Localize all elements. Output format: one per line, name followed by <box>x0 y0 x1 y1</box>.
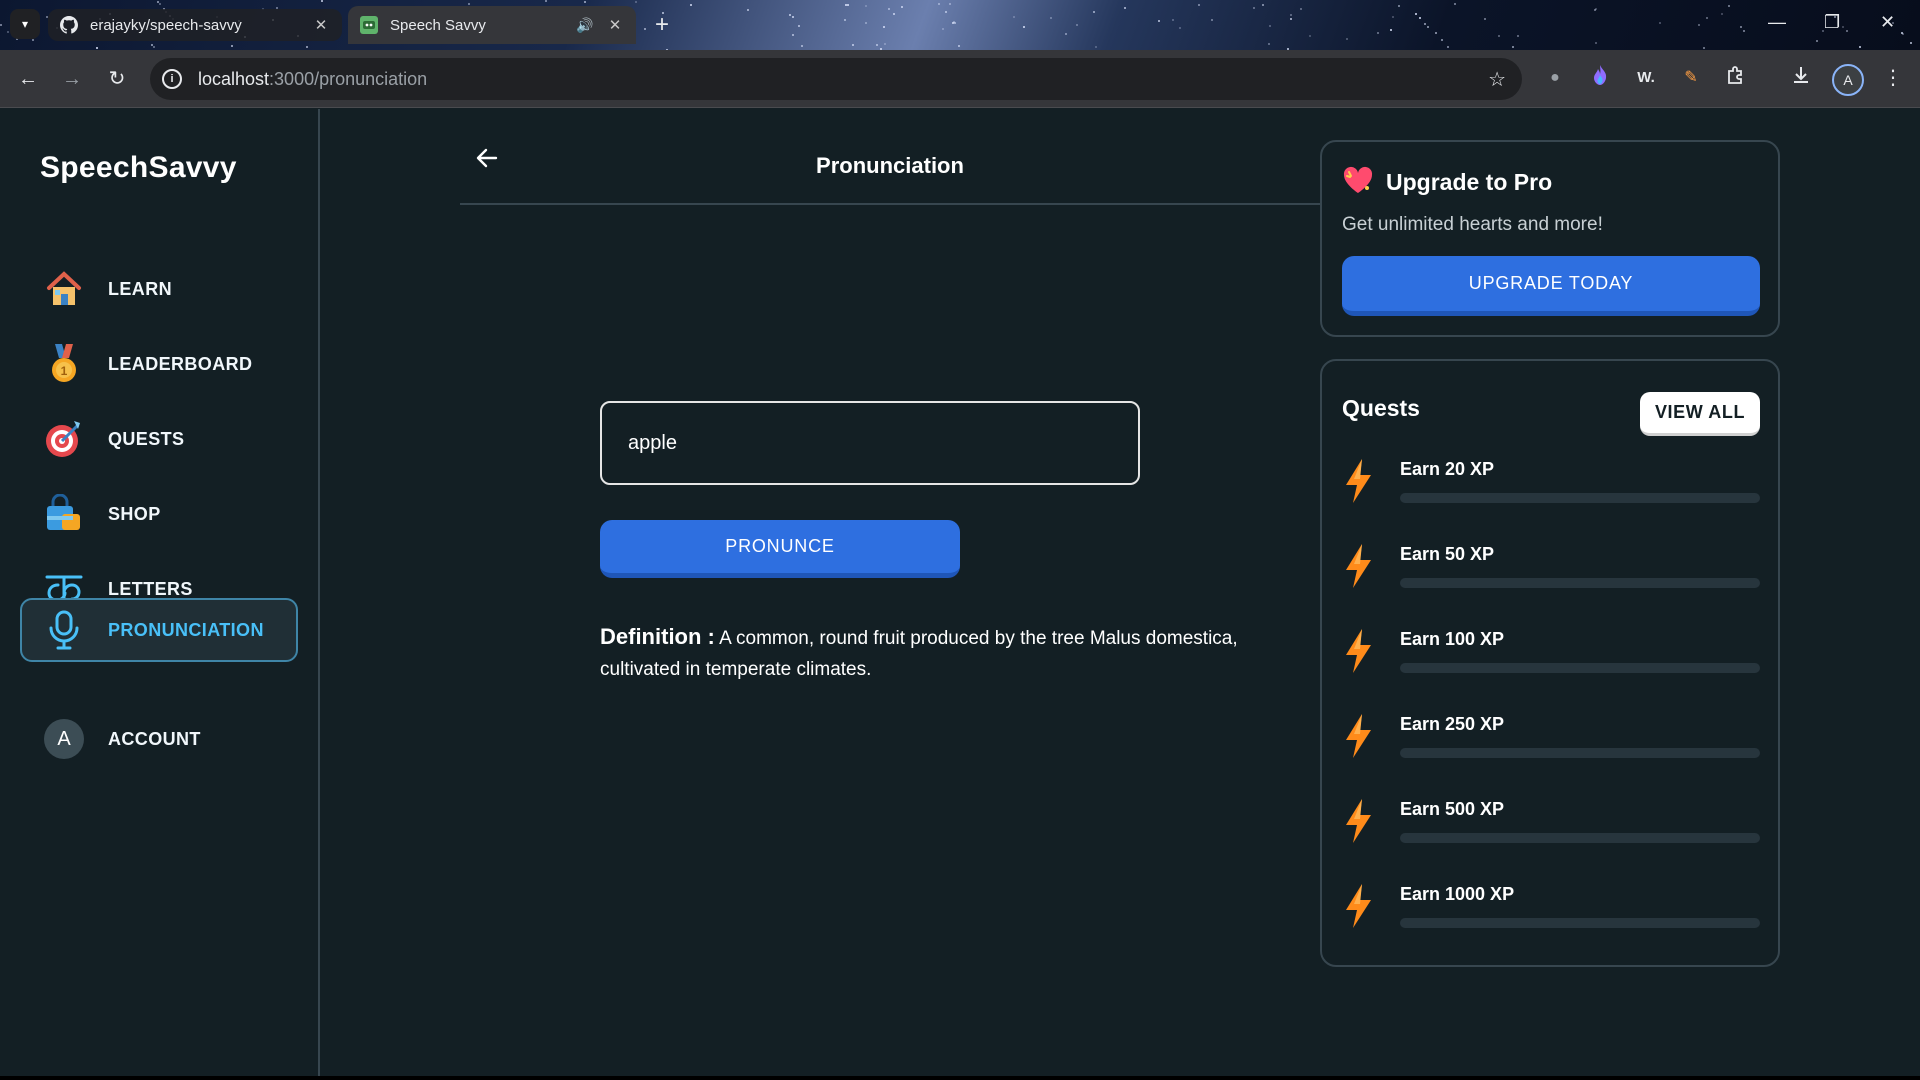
page-header: Pronunciation <box>460 109 1320 205</box>
quest-label: Earn 1000 XP <box>1400 884 1515 904</box>
house-icon <box>44 269 84 309</box>
minimize-icon[interactable]: — <box>1768 12 1786 33</box>
browser-tab-strip: ▾ erajayky/speech-savvy ✕ Speech Savvy 🔊… <box>0 0 1920 50</box>
heart-icon <box>1342 166 1374 199</box>
sidebar-item-leaderboard[interactable]: 1 LEADERBOARD <box>20 332 298 396</box>
sidebar-item-pronunciation[interactable]: PRONUNCIATION <box>20 598 298 662</box>
browser-menu-icon[interactable]: ⋮ <box>1880 65 1906 91</box>
quest-item: Earn 1000 XP <box>1342 884 1762 944</box>
browser-toolbar: ← → ↻ i localhost:3000/pronunciation ☆ ●… <box>0 50 1920 108</box>
forward-icon[interactable]: → <box>58 65 86 93</box>
lightning-bolt-icon <box>1342 714 1382 758</box>
tab-github[interactable]: erajayky/speech-savvy ✕ <box>48 9 342 41</box>
tab-search-button[interactable]: ▾ <box>10 9 40 39</box>
quest-item: Earn 500 XP <box>1342 799 1762 859</box>
extensions-puzzle-icon[interactable] <box>1723 65 1749 91</box>
app-favicon-icon <box>360 16 378 34</box>
lightning-bolt-icon <box>1342 544 1382 588</box>
quest-progress-bar <box>1400 748 1760 758</box>
bottom-edge <box>0 1076 1920 1080</box>
sidebar-item-label: LEADERBOARD <box>108 353 253 374</box>
sidebar-item-label: ACCOUNT <box>108 728 201 749</box>
tab-title: Speech Savvy <box>390 16 486 34</box>
quest-progress-bar <box>1400 663 1760 673</box>
quests-title: Quests <box>1342 395 1420 421</box>
definition-label: Definition : <box>600 624 715 649</box>
address-bar[interactable]: i localhost:3000/pronunciation ☆ <box>150 58 1522 100</box>
pronounce-button[interactable]: PRONUNCE <box>600 520 960 578</box>
view-all-button[interactable]: VIEW ALL <box>1640 392 1760 436</box>
quest-item: Earn 250 XP <box>1342 714 1762 774</box>
upgrade-subtitle: Get unlimited hearts and more! <box>1342 214 1603 235</box>
quest-item: Earn 100 XP <box>1342 629 1762 689</box>
shopping-bag-icon <box>44 494 84 534</box>
sidebar-item-label: LETTERS <box>108 578 193 599</box>
quests-card: Quests VIEW ALL Earn 20 XP Earn 50 XP Earn… <box>1320 359 1780 967</box>
quest-label: Earn 50 XP <box>1400 544 1495 564</box>
sidebar: SpeechSavvy LEARN 1 LEADERBOARD QUESTS S… <box>0 109 320 1080</box>
sidebar-item-label: LEARN <box>108 278 172 299</box>
tab-title: erajayky/speech-savvy <box>90 16 242 34</box>
svg-text:1: 1 <box>61 364 68 378</box>
sidebar-item-label: PRONUNCIATION <box>108 619 264 640</box>
profile-avatar[interactable]: A <box>1832 64 1864 96</box>
reload-icon[interactable]: ↻ <box>103 65 131 93</box>
lightning-bolt-icon <box>1342 459 1382 503</box>
upgrade-title: Upgrade to Pro <box>1386 169 1553 195</box>
sidebar-item-label: QUESTS <box>108 428 185 449</box>
quest-progress-bar <box>1400 918 1760 928</box>
window-close-icon[interactable]: ✕ <box>1880 12 1895 33</box>
definition-text: Definition : A common, round fruit produ… <box>600 621 1280 685</box>
quest-progress-bar <box>1400 578 1760 588</box>
brand-logo[interactable]: SpeechSavvy <box>40 151 237 185</box>
lightning-bolt-icon <box>1342 629 1382 673</box>
word-input[interactable] <box>600 401 1140 485</box>
extension-w-icon[interactable]: W. <box>1633 65 1659 91</box>
quest-item: Earn 50 XP <box>1342 544 1762 604</box>
lightning-bolt-icon <box>1342 799 1382 843</box>
quest-label: Earn 100 XP <box>1400 629 1505 649</box>
github-icon <box>60 16 78 34</box>
new-tab-button[interactable]: + <box>648 12 676 40</box>
quest-progress-bar <box>1400 833 1760 843</box>
extension-flame-icon[interactable] <box>1587 65 1613 91</box>
quest-item: Earn 20 XP <box>1342 459 1762 519</box>
upgrade-card: Upgrade to Pro Get unlimited hearts and … <box>1320 140 1780 337</box>
lightning-bolt-icon <box>1342 884 1382 928</box>
extension-gray-icon[interactable]: ● <box>1542 65 1568 91</box>
microphone-icon <box>44 610 84 650</box>
page-title: Pronunciation <box>816 153 964 178</box>
close-icon[interactable]: ✕ <box>312 16 330 34</box>
back-icon[interactable]: ← <box>14 65 42 93</box>
close-icon[interactable]: ✕ <box>606 16 624 34</box>
tab-speech-savvy[interactable]: Speech Savvy 🔊 ✕ <box>348 6 636 44</box>
sidebar-item-shop[interactable]: SHOP <box>20 482 298 546</box>
medal-icon: 1 <box>44 344 84 384</box>
app-root: SpeechSavvy LEARN 1 LEADERBOARD QUESTS S… <box>0 109 1920 1080</box>
sidebar-item-account[interactable]: A ACCOUNT <box>20 707 298 771</box>
quest-label: Earn 250 XP <box>1400 714 1505 734</box>
speaker-icon[interactable]: 🔊 <box>576 17 596 34</box>
avatar-icon: A <box>44 719 84 759</box>
target-icon <box>44 419 84 459</box>
upgrade-button[interactable]: UPGRADE TODAY <box>1342 256 1760 316</box>
sidebar-item-learn[interactable]: LEARN <box>20 257 298 321</box>
url-text: localhost:3000/pronunciation <box>198 68 428 89</box>
site-info-icon[interactable]: i <box>162 69 182 89</box>
download-icon[interactable] <box>1788 65 1814 91</box>
quest-label: Earn 20 XP <box>1400 459 1495 479</box>
bookmark-star-icon[interactable]: ☆ <box>1488 67 1506 92</box>
restore-icon[interactable]: ❐ <box>1824 12 1840 33</box>
quest-label: Earn 500 XP <box>1400 799 1505 819</box>
sidebar-item-label: SHOP <box>108 503 161 524</box>
sidebar-item-quests[interactable]: QUESTS <box>20 407 298 471</box>
extension-pencil-icon[interactable]: ✎ <box>1678 65 1704 91</box>
quest-progress-bar <box>1400 493 1760 503</box>
